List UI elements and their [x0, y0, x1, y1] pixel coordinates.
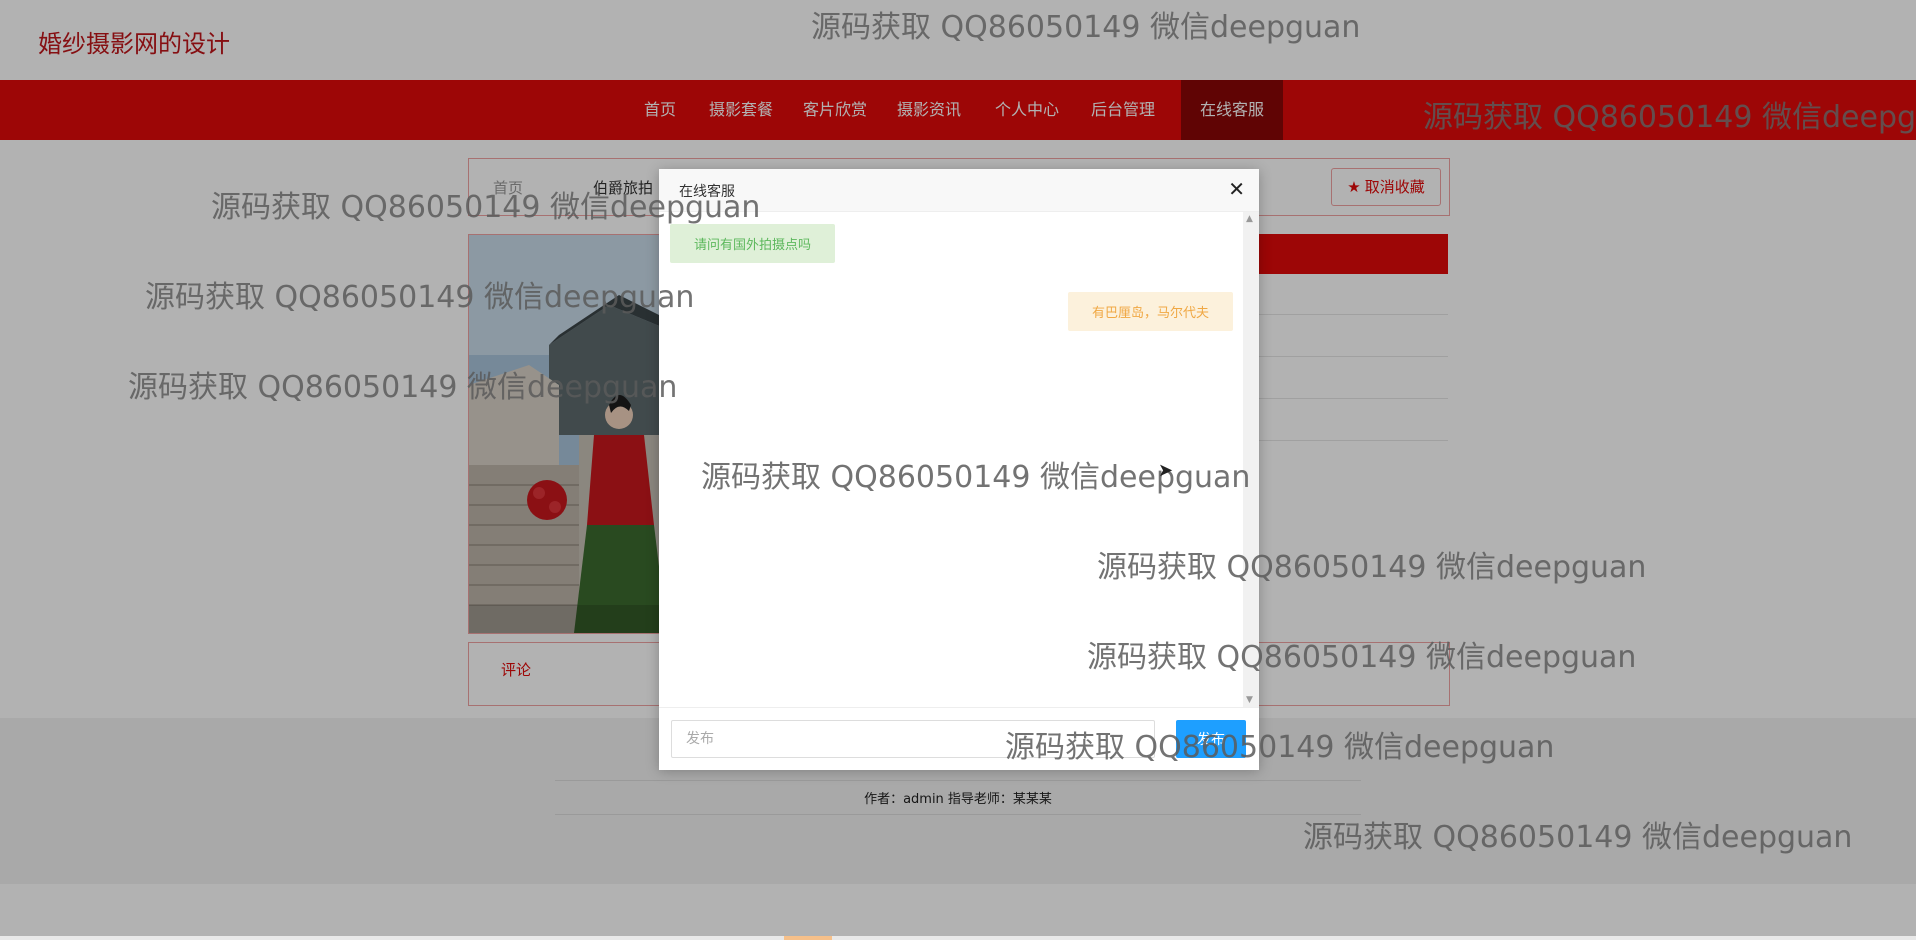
scroll-up-icon[interactable]: ▲ — [1246, 214, 1253, 224]
chat-message-staff: 有巴厘岛，马尔代夫 — [1067, 292, 1233, 331]
chat-scrollbar[interactable]: ▲ ▼ — [1243, 212, 1259, 707]
scroll-down-icon[interactable]: ▼ — [1246, 695, 1253, 705]
mouse-cursor-icon: ➤ — [1158, 460, 1174, 481]
chat-message-user: 请问有国外拍摄点吗 — [670, 224, 836, 263]
close-icon[interactable]: ✕ — [1228, 177, 1245, 201]
send-button[interactable]: 发布 — [1176, 720, 1246, 758]
modal-title: 在线客服 — [679, 184, 735, 200]
bottom-strip — [0, 936, 1916, 940]
chat-input[interactable] — [671, 720, 1155, 758]
bottom-strip-marker — [784, 936, 832, 940]
modal-header: 在线客服 ✕ — [659, 169, 1259, 212]
chat-input-row: 发布 — [659, 707, 1259, 770]
